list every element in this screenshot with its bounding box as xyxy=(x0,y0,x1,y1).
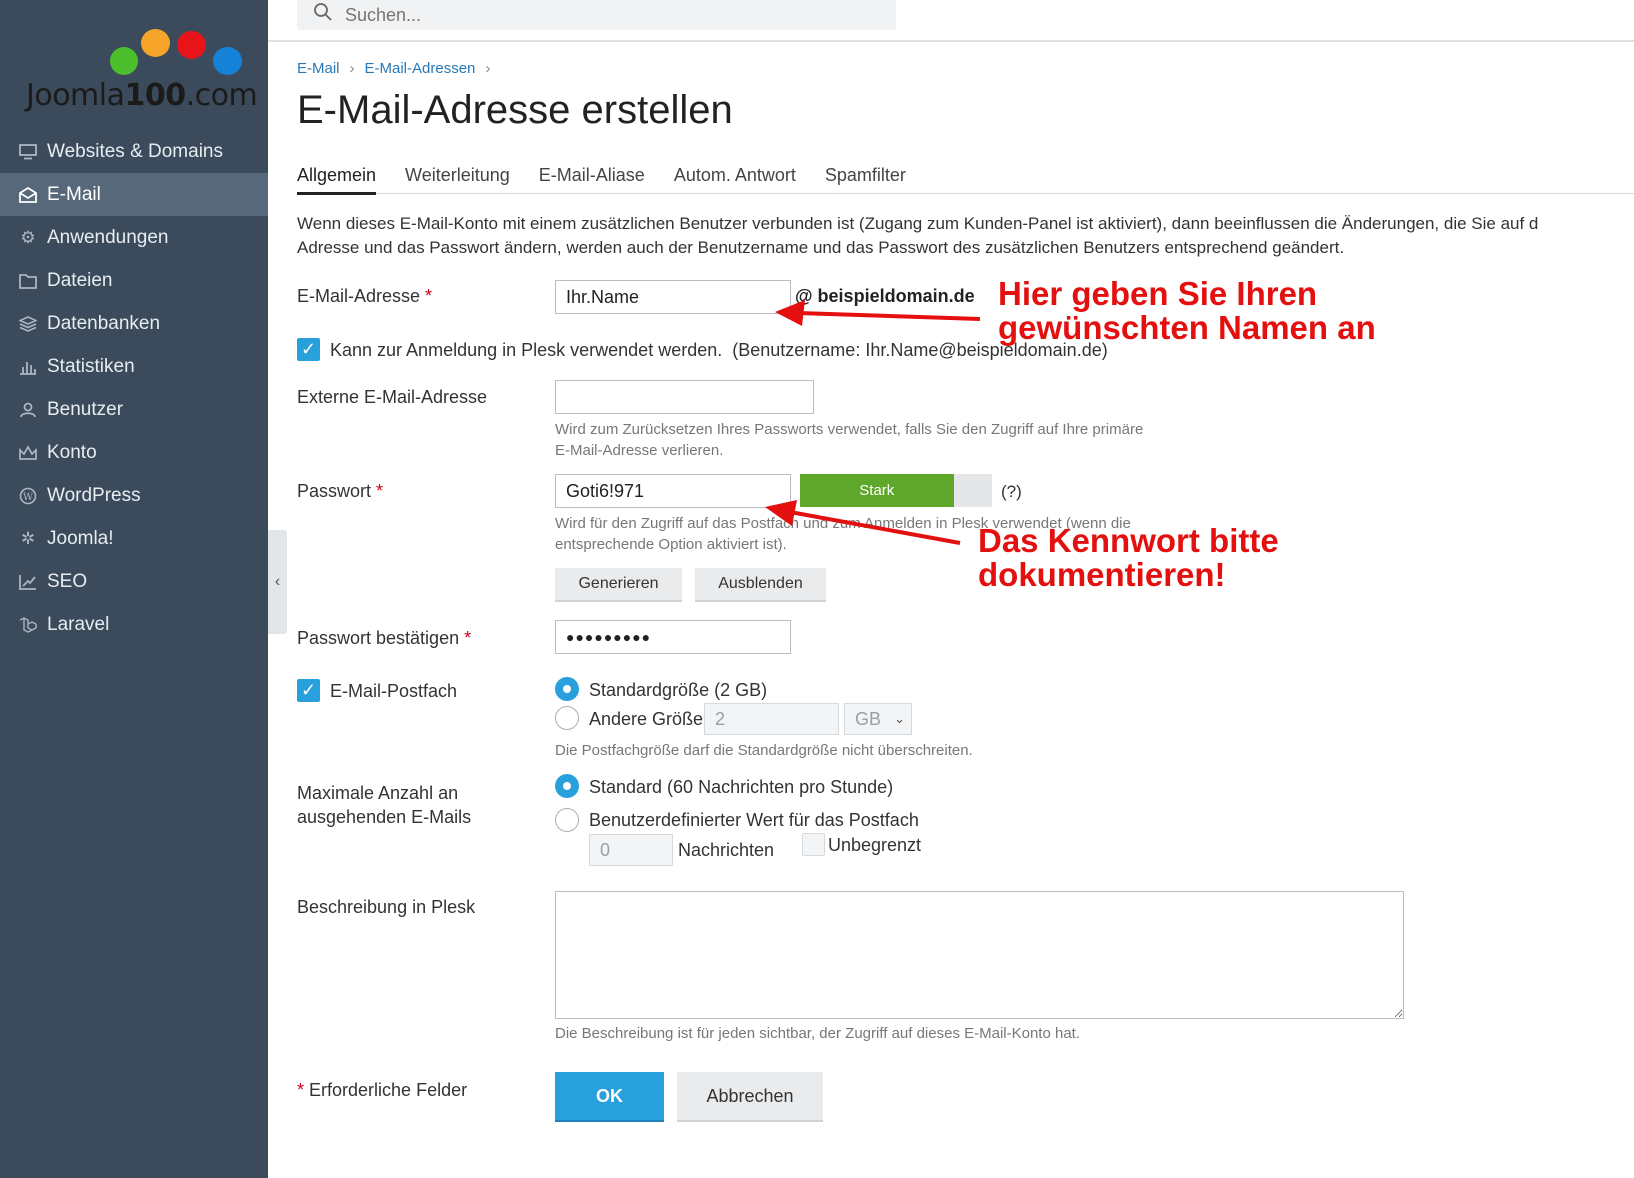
annotation-name-note: Hier geben Sie Ihren gewünschten Namen an xyxy=(998,275,1376,346)
arrow-to-email xyxy=(775,300,981,326)
annotation-password-note: Das Kennwort bitte dokumentieren! xyxy=(978,522,1279,593)
annotation-arrows xyxy=(765,300,981,545)
arrow-to-password xyxy=(765,500,961,545)
